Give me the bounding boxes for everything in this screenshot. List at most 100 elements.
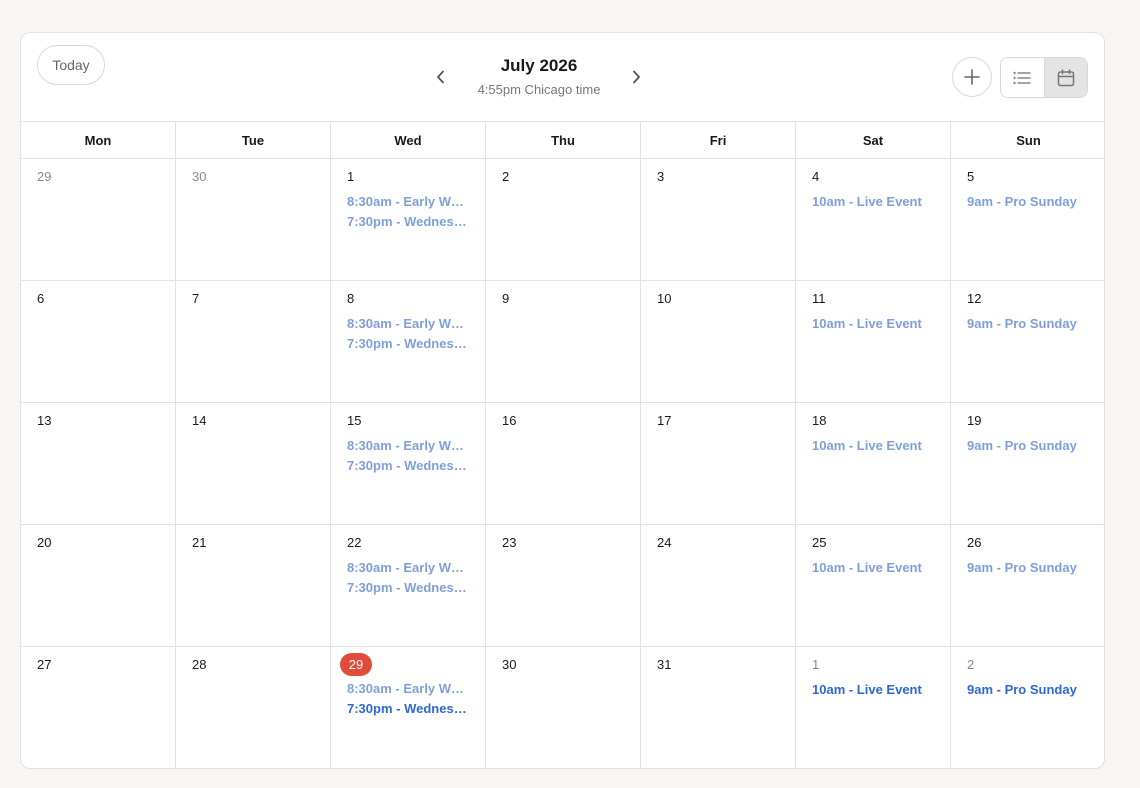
day-number: 10 xyxy=(657,291,672,306)
event-item[interactable]: 9am - Pro Sunday xyxy=(967,680,1088,700)
day-number: 29 xyxy=(37,169,52,184)
day-number: 13 xyxy=(37,413,52,428)
event-item[interactable]: 8:30am - Early Wednesday xyxy=(347,436,468,456)
calendar-header: Today July 2026 4:55pm Chicago time xyxy=(21,33,1104,122)
event-item[interactable]: 8:30am - Early Wednesday xyxy=(347,192,468,212)
day-cell[interactable]: 5 9am - Pro Sunday xyxy=(951,159,1104,281)
list-view-button[interactable] xyxy=(1001,58,1044,97)
weekday-label: Tue xyxy=(176,122,331,158)
event-item[interactable]: 9am - Pro Sunday xyxy=(967,314,1088,334)
day-cell[interactable]: 15 8:30am - Early Wednesday7:30pm - Wedne… xyxy=(331,403,486,525)
day-cell[interactable]: 31 xyxy=(641,647,796,768)
local-time: 4:55pm Chicago time xyxy=(477,82,601,97)
day-number: 6 xyxy=(37,291,45,306)
day-number: 19 xyxy=(967,413,982,428)
day-cell[interactable]: 24 xyxy=(641,525,796,647)
day-cell[interactable]: 21 xyxy=(176,525,331,647)
day-cell[interactable]: 17 xyxy=(641,403,796,525)
day-cell[interactable]: 7 xyxy=(176,281,331,403)
event-list: 10am - Live Event xyxy=(812,314,950,334)
weekday-label: Sat xyxy=(796,122,951,158)
event-item[interactable]: 9am - Pro Sunday xyxy=(967,436,1088,456)
day-number: 14 xyxy=(192,413,207,428)
day-cell[interactable]: 20 xyxy=(21,525,176,647)
day-cell[interactable]: 19 9am - Pro Sunday xyxy=(951,403,1104,525)
day-number: 25 xyxy=(812,535,827,550)
day-cell[interactable]: 14 xyxy=(176,403,331,525)
day-cell-today[interactable]: 29 8:30am - Early Wednesday7:30pm - Wedne… xyxy=(331,647,486,768)
event-item[interactable]: 7:30pm - Wednesday xyxy=(347,699,468,719)
event-item[interactable]: 10am - Live Event xyxy=(812,314,933,334)
event-list: 9am - Pro Sunday xyxy=(967,436,1104,456)
day-number: 23 xyxy=(502,535,517,550)
day-cell[interactable]: 26 9am - Pro Sunday xyxy=(951,525,1104,647)
day-cell[interactable]: 6 xyxy=(21,281,176,403)
day-number: 26 xyxy=(967,535,982,550)
day-cell[interactable]: 23 xyxy=(486,525,641,647)
day-cell[interactable]: 1 10am - Live Event xyxy=(796,647,951,768)
day-number: 11 xyxy=(812,291,826,306)
day-cell[interactable]: 9 xyxy=(486,281,641,403)
event-item[interactable]: 8:30am - Early Wednesday xyxy=(347,679,468,699)
weekday-header-row: Mon Tue Wed Thu Fri Sat Sun xyxy=(21,122,1104,159)
day-number: 17 xyxy=(657,413,672,428)
day-number: 22 xyxy=(347,535,362,550)
month-title: July 2026 xyxy=(500,56,578,75)
day-number: 21 xyxy=(192,535,207,550)
day-cell[interactable]: 2 9am - Pro Sunday xyxy=(951,647,1104,768)
day-number: 9 xyxy=(502,291,510,306)
day-number: 30 xyxy=(502,657,517,672)
event-item[interactable]: 10am - Live Event xyxy=(812,436,933,456)
event-item[interactable]: 7:30pm - Wednesday xyxy=(347,456,468,476)
event-list: 10am - Live Event xyxy=(812,436,950,456)
day-cell[interactable]: 10 xyxy=(641,281,796,403)
day-number: 2 xyxy=(967,657,975,672)
day-cell[interactable]: 11 10am - Live Event xyxy=(796,281,951,403)
event-list: 10am - Live Event xyxy=(812,192,950,212)
event-list: 8:30am - Early Wednesday7:30pm - Wednesd… xyxy=(347,192,485,232)
day-cell[interactable]: 29 xyxy=(21,159,176,281)
day-cell[interactable]: 16 xyxy=(486,403,641,525)
event-list: 8:30am - Early Wednesday7:30pm - Wednesd… xyxy=(347,558,485,598)
day-cell[interactable]: 4 10am - Live Event xyxy=(796,159,951,281)
event-item[interactable]: 8:30am - Early Wednesday xyxy=(347,314,468,334)
day-cell[interactable]: 1 8:30am - Early Wednesday7:30pm - Wednes… xyxy=(331,159,486,281)
day-cell[interactable]: 3 xyxy=(641,159,796,281)
day-cell[interactable]: 18 10am - Live Event xyxy=(796,403,951,525)
event-item[interactable]: 7:30pm - Wednesday xyxy=(347,578,468,598)
day-cell[interactable]: 30 xyxy=(486,647,641,768)
event-list: 10am - Live Event xyxy=(812,680,950,700)
day-cell[interactable]: 22 8:30am - Early Wednesday7:30pm - Wedne… xyxy=(331,525,486,647)
event-item[interactable]: 8:30am - Early Wednesday xyxy=(347,558,468,578)
event-item[interactable]: 10am - Live Event xyxy=(812,558,933,578)
event-item[interactable]: 10am - Live Event xyxy=(812,680,933,700)
event-item[interactable]: 10am - Live Event xyxy=(812,192,933,212)
view-toggle xyxy=(1000,57,1088,98)
day-cell[interactable]: 8 8:30am - Early Wednesday7:30pm - Wednes… xyxy=(331,281,486,403)
weekday-label: Fri xyxy=(641,122,796,158)
day-cell[interactable]: 30 xyxy=(176,159,331,281)
day-cell[interactable]: 2 xyxy=(486,159,641,281)
day-number: 30 xyxy=(192,169,207,184)
event-list: 9am - Pro Sunday xyxy=(967,192,1104,212)
event-item[interactable]: 9am - Pro Sunday xyxy=(967,558,1088,578)
month-title-block: July 2026 4:55pm Chicago time xyxy=(441,56,637,97)
day-number: 28 xyxy=(192,657,207,672)
day-number: 1 xyxy=(812,657,820,672)
event-item[interactable]: 7:30pm - Wednesday xyxy=(347,212,468,232)
today-button[interactable]: Today xyxy=(37,45,105,85)
day-cell[interactable]: 13 xyxy=(21,403,176,525)
day-cell[interactable]: 25 10am - Live Event xyxy=(796,525,951,647)
list-icon xyxy=(1013,71,1031,84)
day-cell[interactable]: 27 xyxy=(21,647,176,768)
day-number: 8 xyxy=(347,291,355,306)
event-list: 8:30am - Early Wednesday7:30pm - Wednesd… xyxy=(347,436,485,476)
event-item[interactable]: 9am - Pro Sunday xyxy=(967,192,1088,212)
day-cell[interactable]: 28 xyxy=(176,647,331,768)
event-item[interactable]: 7:30pm - Wednesday xyxy=(347,334,468,354)
add-event-button[interactable] xyxy=(952,57,992,97)
next-month-button[interactable] xyxy=(624,65,648,89)
day-cell[interactable]: 12 9am - Pro Sunday xyxy=(951,281,1104,403)
event-list: 10am - Live Event xyxy=(812,558,950,578)
calendar-view-button[interactable] xyxy=(1043,58,1087,97)
